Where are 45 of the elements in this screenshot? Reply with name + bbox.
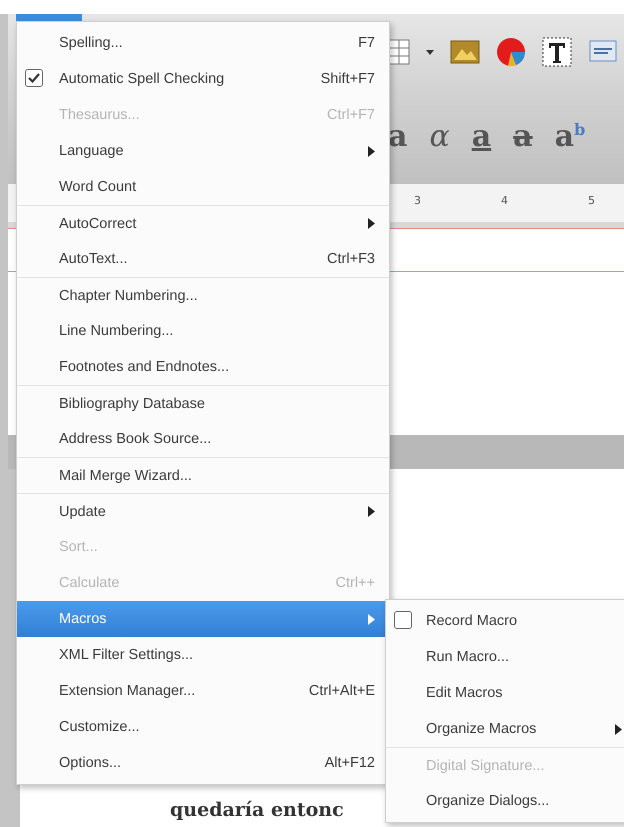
text-box-icon[interactable] (542, 37, 572, 67)
menu-item[interactable]: Automatic Spell Checking Shift+F7 (17, 61, 389, 97)
shortcut-label: Ctrl+F7 (327, 107, 375, 123)
format-button[interactable]: a (388, 122, 408, 152)
checkbox[interactable] (25, 69, 43, 87)
menu-item[interactable]: Organize Dialogs... (386, 783, 624, 819)
ruler-number: 3 (414, 194, 421, 207)
menu-item[interactable]: AutoCorrect (17, 205, 389, 241)
menu-item[interactable]: XML Filter Settings... (17, 637, 389, 673)
shortcut-label: Ctrl+Alt+E (308, 683, 375, 699)
format-button[interactable]: a (513, 122, 533, 152)
format-button[interactable]: α (429, 122, 450, 152)
menu-item[interactable]: Language (17, 133, 389, 169)
format-button[interactable]: a$^{b}$ (554, 122, 586, 152)
menu-item[interactable]: AutoText... Ctrl+F3 (17, 241, 389, 277)
menu-item[interactable]: Mail Merge Wizard... (17, 457, 389, 493)
menu-item[interactable]: Run Macro... (386, 639, 624, 675)
shortcut-label: Ctrl++ (336, 575, 375, 591)
menu-item[interactable]: Options... Alt+F12 (17, 745, 389, 781)
checkbox[interactable] (394, 611, 412, 629)
menu-item[interactable]: Extension Manager... Ctrl+Alt+E (17, 673, 389, 709)
shortcut-label: F7 (358, 35, 375, 51)
menu-item[interactable]: Spelling... F7 (17, 25, 389, 61)
menu-item[interactable]: Bibliography Database (17, 385, 389, 421)
menu-item[interactable]: Address Book Source... (17, 421, 389, 457)
menu-item[interactable]: Chapter Numbering... (17, 277, 389, 313)
menu-item[interactable]: Word Count (17, 169, 389, 205)
dropdown-arrow-icon[interactable] (426, 50, 434, 54)
format-button[interactable]: a (472, 122, 492, 152)
image-icon[interactable] (450, 40, 480, 64)
shortcut-label: Alt+F12 (324, 755, 375, 771)
menu-item[interactable]: Customize... (17, 709, 389, 745)
menu-item[interactable]: Organize Macros (386, 711, 624, 747)
table-icon[interactable] (388, 39, 410, 65)
chart-icon[interactable] (496, 37, 526, 67)
shortcut-label: Ctrl+F3 (327, 251, 375, 267)
menu-item[interactable]: Line Numbering... (17, 313, 389, 349)
shortcut-label: Shift+F7 (320, 71, 375, 87)
ruler-number: 4 (501, 194, 508, 207)
menu-item[interactable]: Update (17, 493, 389, 529)
menu-item[interactable]: Footnotes and Endnotes... (17, 349, 389, 385)
menu-item[interactable]: Record Macro (386, 603, 624, 639)
menu-item[interactable]: Edit Macros (386, 675, 624, 711)
document-text: quedaría entonc (170, 799, 344, 821)
ruler-number: 5 (588, 194, 595, 207)
